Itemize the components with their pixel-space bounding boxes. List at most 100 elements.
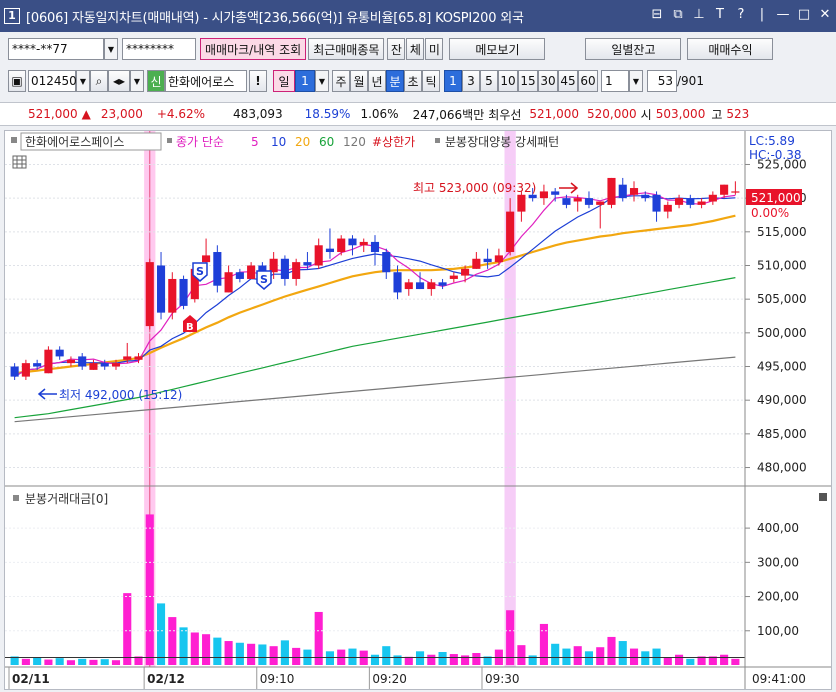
new-badge[interactable]: 신 bbox=[147, 70, 165, 92]
candle[interactable] bbox=[10, 366, 19, 377]
collapse-panel-icon[interactable] bbox=[819, 493, 827, 501]
volume-bar[interactable] bbox=[235, 642, 244, 665]
volume-bar[interactable] bbox=[539, 623, 548, 665]
candle[interactable] bbox=[415, 282, 425, 290]
legend-ma20[interactable]: 20 bbox=[295, 135, 310, 149]
volume-bar[interactable] bbox=[348, 648, 357, 665]
filled-button[interactable]: 체 bbox=[406, 38, 425, 60]
maximize-icon[interactable]: □ bbox=[797, 7, 811, 22]
count-input[interactable]: 1 bbox=[601, 70, 629, 92]
period-month-button[interactable]: 월 bbox=[350, 70, 368, 92]
minute-45-button[interactable]: 45 bbox=[558, 70, 578, 92]
candle[interactable] bbox=[686, 198, 695, 205]
legend-ma60[interactable]: 60 bbox=[319, 135, 334, 149]
candle[interactable] bbox=[348, 238, 357, 246]
candle[interactable] bbox=[573, 198, 582, 202]
candle[interactable] bbox=[247, 265, 256, 279]
volume-bar[interactable] bbox=[179, 627, 188, 665]
candle[interactable] bbox=[156, 265, 166, 313]
prev-next-icon[interactable]: ◂▸ bbox=[108, 70, 130, 92]
candle[interactable] bbox=[663, 204, 672, 212]
volume-bar[interactable] bbox=[111, 660, 121, 665]
candle[interactable] bbox=[708, 194, 717, 202]
candle[interactable] bbox=[100, 363, 109, 367]
minute-10-button[interactable]: 10 bbox=[498, 70, 518, 92]
volume-bar[interactable] bbox=[720, 654, 729, 665]
candle[interactable] bbox=[607, 177, 616, 205]
volume-bar[interactable] bbox=[78, 658, 87, 665]
candle[interactable] bbox=[134, 356, 143, 360]
volume-bar[interactable] bbox=[461, 655, 470, 665]
volume-bar[interactable] bbox=[427, 654, 436, 665]
volume-bar[interactable] bbox=[562, 648, 571, 665]
volume-bar[interactable] bbox=[66, 660, 75, 665]
volume-bar[interactable] bbox=[506, 610, 515, 665]
candle[interactable] bbox=[584, 198, 594, 205]
candle[interactable] bbox=[652, 194, 661, 212]
candle[interactable] bbox=[483, 258, 492, 263]
candle[interactable] bbox=[78, 356, 87, 367]
minute-5-button[interactable]: 5 bbox=[480, 70, 498, 92]
layout-icon[interactable]: ⊟ bbox=[650, 7, 664, 22]
minute-15-button[interactable]: 15 bbox=[518, 70, 538, 92]
candle[interactable] bbox=[427, 282, 436, 290]
candle[interactable] bbox=[314, 245, 323, 266]
volume-bar[interactable] bbox=[415, 651, 425, 665]
volume-bar[interactable] bbox=[224, 641, 233, 665]
candle[interactable] bbox=[404, 282, 413, 290]
volume-bar[interactable] bbox=[213, 637, 222, 665]
volume-bar[interactable] bbox=[292, 647, 301, 665]
candle[interactable] bbox=[292, 262, 301, 279]
candle[interactable] bbox=[506, 211, 515, 253]
candle[interactable] bbox=[202, 255, 211, 263]
volume-bar[interactable] bbox=[438, 651, 447, 665]
chart-area[interactable]: 한화에어로스페이스 종가 단순 5 10 20 60 120 #상한가 분봉장대… bbox=[4, 130, 832, 690]
volume-bar[interactable] bbox=[44, 659, 53, 665]
volume-bar[interactable] bbox=[675, 654, 684, 665]
candle[interactable] bbox=[539, 191, 548, 199]
volume-bar[interactable] bbox=[21, 658, 30, 665]
legend-stock-name[interactable]: 한화에어로스페이스 bbox=[25, 135, 124, 149]
legend-ma10[interactable]: 10 bbox=[271, 135, 286, 149]
volume-bar[interactable] bbox=[629, 648, 639, 665]
chart-settings-icon[interactable]: ▣ bbox=[8, 70, 26, 92]
volume-bar[interactable] bbox=[663, 657, 672, 665]
volume-bar[interactable] bbox=[596, 647, 605, 665]
warning-button[interactable]: ! bbox=[249, 70, 267, 92]
volume-bar[interactable] bbox=[584, 651, 594, 665]
candle[interactable] bbox=[382, 252, 391, 273]
candle[interactable] bbox=[551, 191, 560, 195]
candle[interactable] bbox=[325, 248, 335, 253]
candle[interactable] bbox=[337, 238, 346, 253]
page-input[interactable]: 53 bbox=[647, 70, 677, 92]
minute-3-button[interactable]: 3 bbox=[462, 70, 480, 92]
balance-button[interactable]: 잔 bbox=[387, 38, 406, 60]
candle[interactable] bbox=[675, 198, 684, 205]
period-dropdown[interactable]: ▼ bbox=[315, 70, 329, 92]
candle[interactable] bbox=[66, 359, 75, 364]
volume-bar[interactable] bbox=[202, 634, 211, 665]
volume-bar[interactable] bbox=[607, 636, 616, 665]
legend-ma5[interactable]: 5 bbox=[251, 135, 259, 149]
volume-bar[interactable] bbox=[100, 659, 109, 665]
candlestick-chart[interactable]: 한화에어로스페이스 종가 단순 5 10 20 60 120 #상한가 분봉장대… bbox=[5, 131, 831, 689]
candle[interactable] bbox=[449, 275, 458, 279]
trade-mark-query-button[interactable]: 매매마크/내역 조회 bbox=[200, 38, 307, 60]
candle[interactable] bbox=[596, 201, 605, 205]
period-year-button[interactable]: 년 bbox=[368, 70, 386, 92]
candle[interactable] bbox=[393, 272, 402, 293]
count-dropdown[interactable]: ▼ bbox=[629, 70, 643, 92]
period-minute-button[interactable]: 분 bbox=[386, 70, 404, 92]
buy-marker-icon[interactable]: B bbox=[183, 315, 197, 333]
period-day-button[interactable]: 일 bbox=[273, 70, 295, 92]
unfilled-button[interactable]: 미 bbox=[425, 38, 444, 60]
candle[interactable] bbox=[461, 268, 470, 276]
candle[interactable] bbox=[697, 201, 706, 205]
account-input[interactable]: ****-**77 bbox=[8, 38, 104, 60]
candle[interactable] bbox=[179, 278, 188, 306]
volume-bar[interactable] bbox=[325, 651, 335, 665]
account-dropdown[interactable]: ▼ bbox=[104, 38, 118, 60]
minute-60-button[interactable]: 60 bbox=[578, 70, 598, 92]
period-value[interactable]: 1 bbox=[295, 70, 315, 92]
candle[interactable] bbox=[641, 194, 650, 199]
